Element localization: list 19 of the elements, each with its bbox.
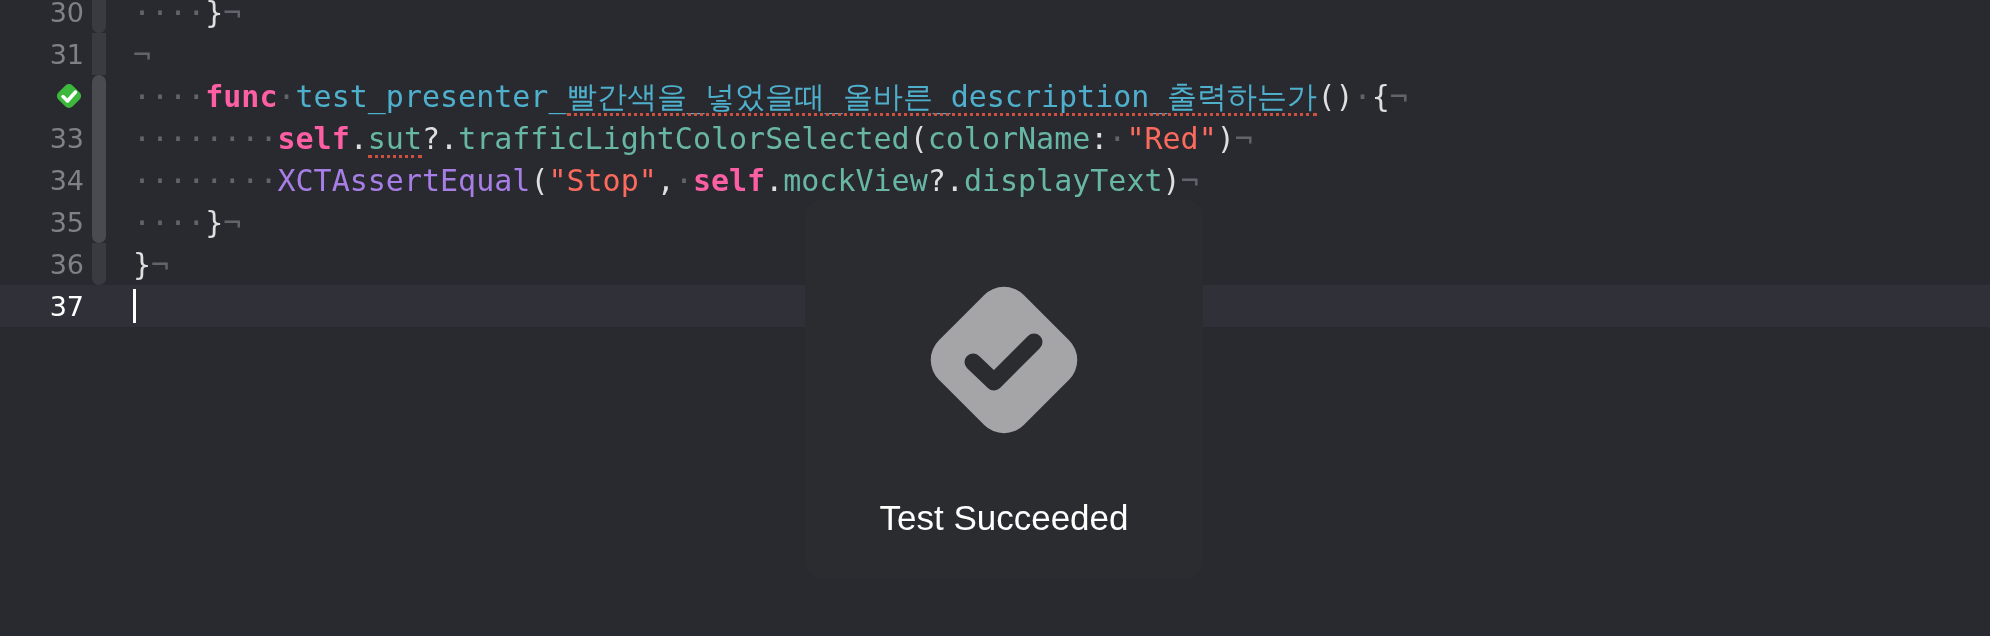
line-number: 33: [49, 121, 84, 156]
line-number: 30: [49, 0, 84, 30]
line-number: 34: [49, 163, 84, 198]
code-line: ¬: [133, 35, 152, 74]
code-line: ····}¬: [133, 203, 242, 242]
code-line: ········self.sut?.trafficLightColorSelected(colorName:·"Red")¬: [133, 119, 1253, 159]
line-number: 31: [49, 37, 84, 72]
code-line: }¬: [133, 245, 170, 284]
line-number: 37: [49, 289, 84, 324]
line-number: 35: [49, 205, 84, 240]
code-fold-ribbon[interactable]: [92, 33, 106, 75]
code-fold-ribbon[interactable]: [92, 75, 106, 117]
line-number: 36: [49, 247, 84, 282]
code-line: ····}¬: [133, 0, 242, 32]
code-line: ········XCTAssertEqual("Stop",·self.mockView?.displayText)¬: [133, 161, 1199, 200]
code-fold-ribbon[interactable]: [92, 243, 106, 285]
code-fold-ribbon[interactable]: [92, 201, 106, 243]
code-line: ····func·test_presenter_빨간색을_넣었을때_올바른_description_출력하는가()·{¬: [133, 77, 1408, 117]
hud-message: Test Succeeded: [879, 497, 1129, 539]
